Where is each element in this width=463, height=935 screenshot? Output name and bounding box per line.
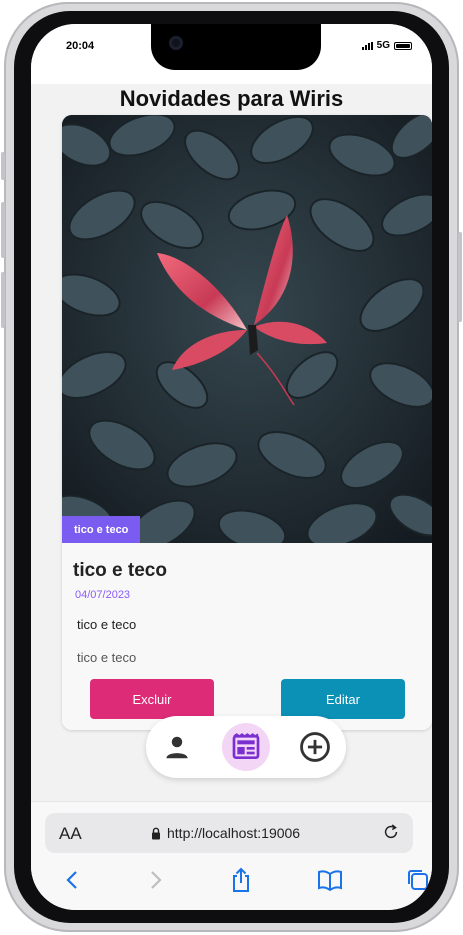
person-icon xyxy=(166,736,188,759)
lock-icon xyxy=(152,827,160,839)
browser-chrome: AA http://localhost:19006 xyxy=(31,801,432,910)
butterfly-leaves-image xyxy=(62,115,432,551)
dynamic-notch xyxy=(151,24,321,70)
power-button xyxy=(458,232,462,322)
share-button[interactable] xyxy=(221,860,261,900)
bookmarks-button[interactable] xyxy=(310,860,350,900)
category-tag: tico e teco xyxy=(62,516,141,544)
forward-button[interactable] xyxy=(135,860,175,900)
card-date: 04/07/2023 xyxy=(75,589,131,601)
text-size-button[interactable]: AA xyxy=(59,824,82,844)
reload-icon xyxy=(384,824,398,839)
screen: 20:04 5G Novidades para Wiris tico e tec… xyxy=(31,24,432,910)
phone-bezel: 20:04 5G Novidades para Wiris tico e tec… xyxy=(14,11,449,923)
status-indicators: 5G xyxy=(361,40,412,51)
address-bar[interactable]: AA http://localhost:19006 xyxy=(45,813,413,853)
card-body: tico e teco 04/07/2023 tico e teco tico … xyxy=(62,543,432,730)
card-description: tico e teco xyxy=(77,617,137,632)
mute-switch xyxy=(1,152,5,180)
page-title: Novidades para Wiris xyxy=(119,86,344,111)
book-icon xyxy=(318,870,342,891)
camera-icon xyxy=(169,36,183,50)
chevron-left-icon xyxy=(66,871,77,889)
battery-icon xyxy=(394,41,412,50)
status-time: 20:04 xyxy=(66,40,95,52)
browser-toolbar xyxy=(31,860,432,900)
back-button[interactable] xyxy=(53,860,93,900)
url-display[interactable]: http://localhost:19006 xyxy=(151,825,300,841)
nav-profile-button[interactable] xyxy=(153,723,201,771)
phone-frame: 20:04 5G Novidades para Wiris tico e tec… xyxy=(1,2,462,932)
reload-button[interactable] xyxy=(381,822,401,847)
add-circle-icon xyxy=(300,732,330,762)
network-label: 5G xyxy=(376,40,390,51)
card-title: tico e teco xyxy=(73,560,167,581)
volume-up-button xyxy=(1,202,5,258)
chevron-right-icon xyxy=(151,871,162,889)
text-size-label: AA xyxy=(59,824,82,843)
status-bar: 20:04 5G xyxy=(31,24,432,84)
card-extra-text: tico e teco xyxy=(77,650,137,665)
news-card: tico e teco tico e teco 04/07/2023 tico … xyxy=(62,115,432,730)
bottom-navigation xyxy=(146,716,346,778)
signal-icon xyxy=(361,41,373,50)
volume-down-button xyxy=(1,272,5,328)
nav-add-button[interactable] xyxy=(291,723,339,771)
edit-button[interactable]: Editar xyxy=(281,679,405,719)
share-icon xyxy=(233,867,249,892)
nav-feed-button[interactable] xyxy=(222,723,270,771)
feed-icon xyxy=(232,733,260,759)
url-text: http://localhost:19006 xyxy=(167,825,301,841)
tabs-icon xyxy=(408,870,428,890)
tabs-button[interactable] xyxy=(398,860,432,900)
card-image xyxy=(62,115,432,551)
delete-button[interactable]: Excluir xyxy=(90,679,214,719)
